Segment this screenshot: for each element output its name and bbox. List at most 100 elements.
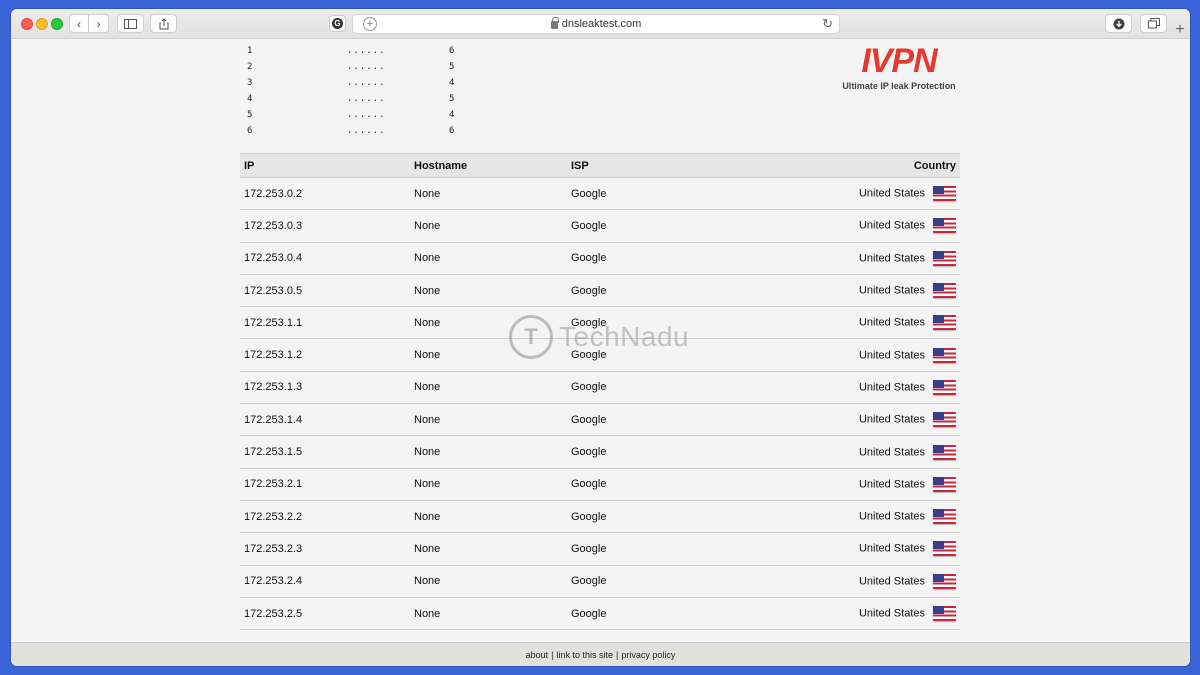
us-flag-icon (933, 283, 956, 299)
progress-index: 3 (247, 78, 253, 88)
cell-ip: 172.253.1.5 (240, 435, 410, 469)
address-text: dnsleaktest.com (561, 18, 642, 30)
progress-count: 6 (449, 126, 455, 136)
progress-dots: ...... (347, 46, 386, 56)
header-ip: IP (240, 153, 410, 178)
browser-window: ‹ › G + dnsleaktest.com ↻ + 1...... 6 2...… (11, 9, 1190, 666)
cell-hostname: None (410, 177, 567, 211)
cell-country: United States (767, 565, 960, 598)
cell-country: United States (767, 242, 960, 275)
progress-count: 4 (449, 78, 455, 88)
new-tab-button[interactable]: + (1170, 20, 1190, 40)
back-button[interactable]: ‹ (69, 14, 89, 33)
country-name: United States (858, 445, 925, 458)
show-tabs-button[interactable] (1140, 14, 1167, 33)
table-row: 172.253.2.5 None Google United States (240, 597, 960, 631)
cell-hostname: None (410, 500, 567, 534)
ivpn-ad[interactable]: IVPN Ultimate IP leak Protection (839, 43, 959, 91)
page-content: 1...... 6 2...... 5 3...... 4 4...... 5 5...... 4… (11, 40, 1190, 642)
download-icon (1113, 18, 1124, 29)
cell-ip: 172.253.1.4 (240, 403, 410, 437)
cell-country: United States (767, 435, 960, 469)
us-flag-icon (933, 444, 956, 460)
about-link[interactable]: about (526, 650, 549, 660)
progress-count: 4 (449, 110, 455, 120)
country-name: United States (858, 284, 925, 297)
us-flag-icon (933, 476, 956, 492)
ivpn-logo: IVPN (861, 42, 937, 80)
cell-country: United States (767, 209, 960, 243)
us-flag-icon (933, 541, 956, 557)
zoom-window-button[interactable] (51, 18, 63, 30)
country-name: United States (858, 381, 925, 394)
us-flag-icon (933, 606, 956, 621)
table-row: 172.253.1.5 None Google United States (240, 435, 960, 469)
minimize-window-button[interactable] (36, 18, 48, 30)
table-row: 172.253.2.4 None Google United States (240, 565, 960, 598)
cell-isp: Google (567, 532, 767, 566)
add-bookmark-icon[interactable]: + (363, 17, 377, 31)
close-window-button[interactable] (21, 18, 33, 30)
cell-ip: 172.253.0.5 (240, 274, 410, 308)
address-bar[interactable]: + dnsleaktest.com ↻ (352, 14, 840, 34)
cell-ip: 172.253.2.4 (240, 565, 410, 598)
cell-isp: Google (567, 274, 767, 308)
progress-index: 1 (247, 46, 253, 56)
cell-isp: Google (567, 403, 767, 437)
progress-row: 1...... 6 (247, 43, 489, 59)
query-progress-list: 1...... 6 2...... 5 3...... 4 4...... 5 5...... 4… (247, 43, 489, 139)
cell-isp: Google (567, 435, 767, 469)
link-to-site-link[interactable]: link to this site (556, 650, 613, 660)
reload-icon[interactable]: ↻ (822, 16, 833, 32)
us-flag-icon (933, 412, 956, 428)
country-name: United States (858, 187, 925, 200)
table-row: 172.253.1.4 None Google United States (240, 403, 960, 437)
country-name: United States (858, 219, 925, 232)
cell-ip: 172.253.0.2 (240, 177, 410, 211)
cell-country: United States (767, 306, 960, 340)
chevron-right-icon: › (96, 16, 101, 31)
downloads-button[interactable] (1105, 14, 1132, 33)
header-country: Country (767, 153, 960, 178)
footer-separator: | (551, 649, 554, 660)
cell-country: United States (767, 274, 960, 308)
cell-isp: Google (567, 242, 767, 275)
cell-hostname: None (410, 435, 567, 469)
us-flag-icon (933, 379, 956, 395)
privacy-policy-link[interactable]: privacy policy (621, 650, 675, 660)
table-row: 172.253.1.3 None Google United States (240, 371, 960, 405)
extension-button[interactable]: G (329, 15, 346, 32)
technadu-logo-icon: T (509, 315, 553, 359)
cell-country: United States (767, 177, 960, 211)
country-name: United States (858, 478, 925, 491)
sidebar-icon (124, 18, 137, 29)
table-row: 172.253.2.2 None Google United States (240, 500, 960, 534)
cell-country: United States (767, 371, 960, 405)
country-name: United States (858, 607, 925, 620)
cell-hostname: None (410, 242, 567, 275)
cell-country: United States (767, 597, 960, 631)
nav-buttons: ‹ › (69, 14, 109, 33)
cell-country: United States (767, 532, 960, 566)
table-row: 172.253.0.3 None Google United States (240, 209, 960, 243)
country-name: United States (858, 252, 925, 265)
progress-dots: ...... (347, 126, 386, 136)
cell-ip: 172.253.1.1 (240, 306, 410, 340)
progress-index: 2 (247, 62, 253, 72)
us-flag-icon (933, 218, 956, 234)
cell-isp: Google (567, 371, 767, 405)
cell-hostname: None (410, 597, 567, 631)
progress-dots: ...... (347, 110, 386, 120)
country-name: United States (858, 510, 925, 523)
lock-icon (550, 17, 559, 29)
cell-country: United States (767, 403, 960, 437)
sidebar-button[interactable] (117, 14, 144, 33)
forward-button[interactable]: › (89, 14, 109, 33)
cell-hostname: None (410, 209, 567, 243)
cell-ip: 172.253.2.2 (240, 500, 410, 534)
progress-row: 4...... 5 (247, 91, 489, 107)
share-button[interactable] (150, 14, 177, 33)
us-flag-icon (933, 250, 956, 266)
progress-row: 2...... 5 (247, 59, 489, 75)
table-row: 172.253.0.4 None Google United States (240, 242, 960, 275)
